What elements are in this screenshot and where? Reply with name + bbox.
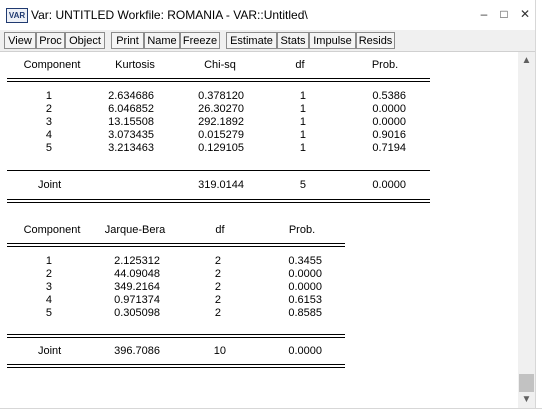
estimate-button[interactable]: Estimate — [226, 32, 277, 49]
impulse-button[interactable]: Impulse — [309, 32, 356, 49]
var-app-icon: VAR — [6, 8, 28, 23]
proc-button[interactable]: Proc — [36, 32, 65, 49]
close-icon[interactable]: ✕ — [517, 6, 533, 22]
name-button[interactable]: Name — [144, 32, 180, 49]
maximize-icon[interactable]: □ — [496, 6, 512, 22]
header-rule — [7, 243, 345, 247]
toolbar: View Proc Object Print Name Freeze Estim… — [0, 30, 542, 52]
scroll-thumb[interactable] — [519, 374, 534, 392]
header-rule — [7, 78, 430, 82]
scroll-down-icon[interactable]: ▼ — [518, 391, 535, 408]
table-end-rule — [7, 199, 430, 203]
joint-rule — [7, 170, 430, 171]
print-button[interactable]: Print — [111, 32, 144, 49]
vertical-scrollbar[interactable]: ▲ ▼ — [518, 52, 535, 408]
window-frame-bottom — [0, 408, 542, 413]
col-header-chisq: Chi-sq — [204, 59, 236, 71]
object-button[interactable]: Object — [65, 32, 105, 49]
scroll-up-icon[interactable]: ▲ — [518, 52, 535, 69]
col-header-component: Component — [23, 59, 81, 71]
window-frame-right — [535, 0, 542, 413]
col-header-prob: Prob. — [288, 224, 316, 236]
table-end-rule — [7, 364, 345, 368]
col-header-component: Component — [23, 224, 81, 236]
col-header-df: df — [215, 224, 225, 236]
col-header-jarque-bera: Jarque-Bera — [104, 224, 166, 236]
stats-button[interactable]: Stats — [277, 32, 309, 49]
output-view[interactable]: Component Kurtosis Chi-sq df Prob. 1 2.6… — [0, 52, 518, 408]
view-button[interactable]: View — [4, 32, 36, 49]
col-header-kurtosis: Kurtosis — [115, 59, 155, 71]
window-title: Var: UNTITLED Workfile: ROMANIA - VAR::U… — [31, 8, 308, 22]
joint-rule — [7, 334, 345, 338]
window-title-bar[interactable]: VAR Var: UNTITLED Workfile: ROMANIA - VA… — [0, 0, 542, 30]
freeze-button[interactable]: Freeze — [180, 32, 220, 49]
col-header-prob: Prob. — [371, 59, 399, 71]
col-header-df: df — [295, 59, 305, 71]
minimize-icon[interactable]: – — [476, 6, 492, 22]
resids-button[interactable]: Resids — [356, 32, 395, 49]
